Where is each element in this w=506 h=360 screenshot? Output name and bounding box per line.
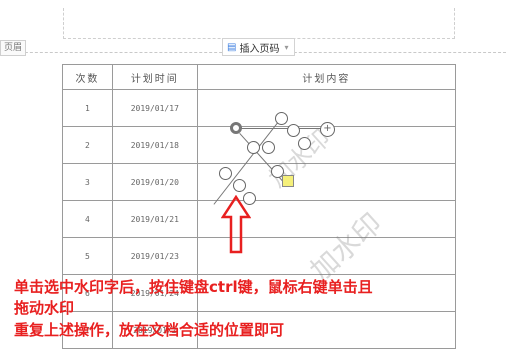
table-row: 4 2019/01/21 — [62, 200, 457, 238]
table-row: 1 2019/01/17 — [62, 89, 457, 127]
cell-num: 2 — [62, 126, 113, 164]
insert-page-number-button[interactable]: ▤ 插入页码 ▾ — [222, 38, 296, 56]
plan-table: 次数 计划时间 计划内容 1 2019/01/17 2 2019/01/18 3… — [62, 64, 457, 349]
page-number-icon: ▤ — [227, 41, 237, 53]
resize-handle[interactable] — [233, 179, 246, 192]
chevron-down-icon[interactable]: ▾ — [284, 43, 288, 52]
cell-date: 2019/01/21 — [111, 200, 198, 238]
table-row: 3 2019/01/20 — [62, 163, 457, 201]
header-label: 页眉 — [0, 40, 27, 56]
rotation-line — [237, 128, 327, 129]
cell-date: 2019/01/20 — [111, 163, 198, 201]
resize-handle[interactable] — [247, 141, 260, 154]
resize-handle[interactable] — [219, 167, 232, 180]
rotate-handle-icon[interactable] — [230, 122, 242, 134]
cell-date: 2019/01/17 — [111, 89, 198, 127]
resize-handle[interactable] — [275, 112, 288, 125]
up-arrow-icon — [221, 195, 251, 254]
resize-handle[interactable] — [262, 141, 275, 154]
column-header-content: 计划内容 — [196, 64, 457, 90]
cell-num: 5 — [62, 237, 113, 275]
cell-num: 3 — [62, 163, 113, 201]
instruction-line-2: 拖动水印 — [14, 299, 75, 317]
table-header-row: 次数 计划时间 计划内容 — [62, 64, 457, 90]
resize-handle[interactable] — [287, 124, 300, 137]
instruction-line-3: 重复上述操作，放在文档合适的位置即可 — [14, 321, 285, 339]
resize-handle[interactable] — [298, 137, 311, 150]
insert-page-number-label: 插入页码 — [239, 43, 280, 55]
cell-num: 4 — [62, 200, 113, 238]
cell-date: 2019/01/18 — [111, 126, 198, 164]
add-handle-icon[interactable]: + — [320, 122, 335, 137]
column-header-time: 计划时间 — [111, 64, 198, 90]
header-area[interactable] — [63, 8, 455, 39]
adjust-handle[interactable] — [282, 175, 294, 187]
instruction-line-1: 单击选中水印字后，按住键盘ctrl键，鼠标右键单击且 — [14, 278, 373, 296]
cell-num: 1 — [62, 89, 113, 127]
cell-content[interactable] — [196, 89, 457, 127]
table-row: 5 2019/01/23 — [62, 237, 457, 275]
cell-date: 2019/01/23 — [111, 237, 198, 275]
column-header-count: 次数 — [62, 64, 113, 90]
